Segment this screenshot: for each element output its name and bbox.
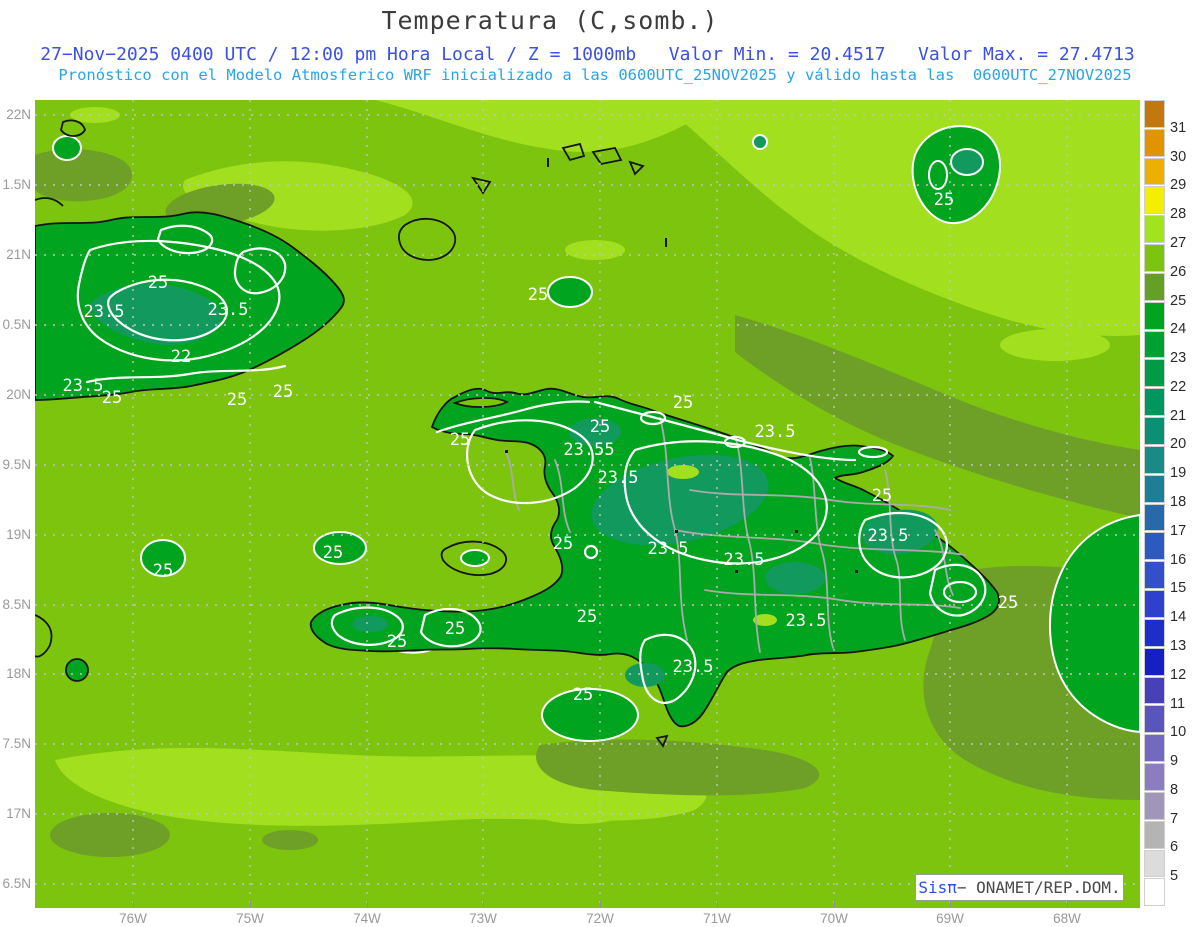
colorbar-swatch	[1144, 590, 1165, 618]
lon-tick-label: 75W	[236, 911, 264, 926]
colorbar-swatch	[1144, 878, 1165, 907]
colorbar-swatch	[1144, 157, 1165, 186]
lon-tick-label: 68W	[1053, 911, 1081, 926]
lon-tick	[250, 901, 251, 908]
colorbar-value: 28	[1170, 206, 1187, 223]
colorbar-value: 16	[1170, 551, 1187, 568]
colorbar-swatch	[1144, 849, 1165, 878]
colorbar-value: 6	[1170, 839, 1179, 856]
lon-tick	[834, 901, 835, 908]
colorbar-swatch	[1144, 301, 1165, 330]
colorbar-value: 19	[1170, 465, 1187, 482]
lon-tick	[367, 901, 368, 908]
colorbar-swatch	[1144, 561, 1165, 590]
colorbar-value: 10	[1170, 724, 1187, 741]
lon-tick-label: 71W	[703, 911, 731, 926]
credit-text: − ONAMET/REP.DOM.	[956, 878, 1121, 897]
lon-tick-label: 72W	[586, 911, 614, 926]
colorbar-swatch	[1144, 330, 1165, 359]
colorbar-tick-labels: 31 30 29 28 27 26 25 24 23 22 21 20 19 18 17 16 15 14 13 12…	[1170, 100, 1200, 910]
colorbar-value: 14	[1170, 609, 1187, 626]
lon-tick	[483, 901, 484, 908]
brand-label: Sisπ	[918, 878, 957, 897]
lon-tick-label: 76W	[119, 911, 147, 926]
colorbar-swatch	[1144, 186, 1165, 215]
colorbar-value: 27	[1170, 234, 1187, 251]
colorbar-value: 9	[1170, 753, 1179, 770]
colorbar-swatch	[1144, 763, 1165, 791]
colorbar-value: 24	[1170, 321, 1187, 338]
colorbar-value: 22	[1170, 378, 1187, 395]
colorbar-value: 25	[1170, 292, 1187, 309]
lon-tick-label: 74W	[353, 911, 381, 926]
lon-tick	[133, 901, 134, 908]
colorbar-swatch	[1144, 532, 1165, 561]
colorbar-swatch	[1144, 244, 1165, 272]
colorbar-swatch	[1144, 676, 1165, 705]
colorbar-swatch	[1144, 359, 1165, 388]
colorbar-value: 12	[1170, 666, 1187, 683]
colorbar-value: 8	[1170, 781, 1179, 798]
lon-tick-label: 70W	[820, 911, 848, 926]
colorbar-swatch	[1144, 272, 1165, 301]
lon-tick	[600, 901, 601, 908]
lon-tick	[1067, 901, 1068, 908]
colorbar-value: 31	[1170, 119, 1187, 136]
lon-tick-label: 73W	[469, 911, 497, 926]
colorbar-swatch	[1144, 215, 1165, 244]
credit-box: Sisπ− ONAMET/REP.DOM.	[915, 874, 1124, 901]
colorbar-swatch	[1144, 100, 1165, 128]
colorbar-swatch	[1144, 705, 1165, 734]
colorbar-swatch	[1144, 388, 1165, 417]
colorbar-swatch	[1144, 791, 1165, 820]
colorbar-swatch	[1144, 503, 1165, 532]
colorbar-value: 26	[1170, 263, 1187, 280]
colorbar-value: 29	[1170, 177, 1187, 194]
colorbar-swatch	[1144, 417, 1165, 445]
colorbar-swatch	[1144, 128, 1165, 157]
colorbar-value: 18	[1170, 494, 1187, 510]
colorbar-value: 30	[1170, 148, 1187, 165]
colorbar-swatch	[1144, 445, 1165, 474]
colorbar-value: 13	[1170, 637, 1187, 654]
colorbar-value: 7	[1170, 810, 1179, 827]
colorbar-value: 15	[1170, 580, 1187, 597]
colorbar-swatch	[1144, 618, 1165, 647]
colorbar-swatch	[1144, 647, 1165, 676]
colorbar-swatch	[1144, 734, 1165, 763]
lon-tick-label: 69W	[936, 911, 964, 926]
colorbar-swatch	[1144, 474, 1165, 503]
colorbar-value: 17	[1170, 522, 1187, 539]
colorbar-swatch	[1144, 820, 1165, 849]
colorbar-value: 5	[1170, 868, 1179, 885]
lon-tick	[950, 901, 951, 908]
colorbar-value: 21	[1170, 407, 1187, 424]
lon-tick	[717, 901, 718, 908]
colorbar-value: 23	[1170, 350, 1187, 367]
temperature-colorbar	[1144, 100, 1165, 907]
colorbar-value: 11	[1170, 695, 1186, 712]
colorbar-value: 20	[1170, 436, 1187, 453]
longitude-axis: 76W 75W 74W 73W 72W 71W 70W 69W 68W	[0, 0, 1200, 927]
